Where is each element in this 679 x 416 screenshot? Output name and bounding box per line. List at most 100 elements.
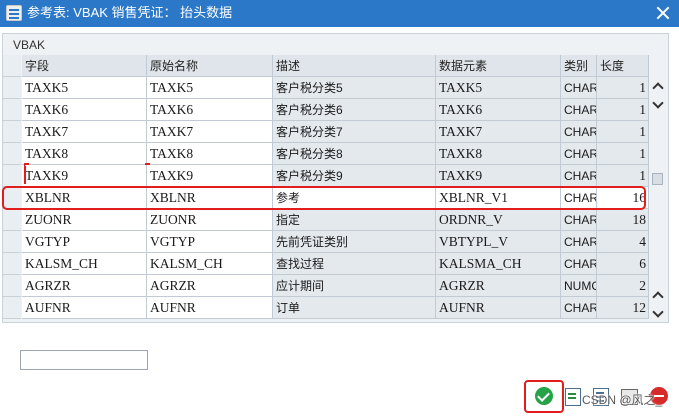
row-selector[interactable] [3, 297, 21, 319]
cell-type[interactable]: CHAR [561, 121, 597, 143]
table-icon [6, 5, 22, 21]
cell-data-element[interactable]: KALSMA_CH [436, 253, 561, 275]
cell-description[interactable]: 客户税分类9 [273, 165, 436, 187]
cell-original-name[interactable]: ZUONR [147, 209, 273, 231]
cell-length[interactable]: 6 [597, 253, 649, 275]
cell-length[interactable]: 4 [597, 231, 649, 253]
cell-data-element[interactable]: TAXK5 [436, 77, 561, 99]
row-selector[interactable] [3, 209, 21, 231]
cell-description[interactable]: 订单 [273, 297, 436, 319]
row-selector[interactable] [3, 77, 21, 99]
cell-type[interactable]: CHAR [561, 209, 597, 231]
search-input[interactable] [20, 350, 148, 370]
cell-data-element[interactable]: TAXK6 [436, 99, 561, 121]
cell-type[interactable]: CHAR [561, 77, 597, 99]
cell-length[interactable]: 12 [597, 297, 649, 319]
table-row[interactable]: TAXK6 TAXK6 客户税分类6 TAXK6 CHAR 1 [22, 99, 649, 121]
cell-data-element[interactable]: ORDNR_V [436, 209, 561, 231]
cell-description[interactable]: 客户税分类7 [273, 121, 436, 143]
cell-type[interactable]: CHAR [561, 253, 597, 275]
cell-length[interactable]: 18 [597, 209, 649, 231]
cell-length[interactable]: 1 [597, 165, 649, 187]
row-highlight-annotation [2, 186, 646, 210]
cell-length[interactable]: 2 [597, 275, 649, 297]
cell-data-element[interactable]: VBTYPL_V [436, 231, 561, 253]
table-row[interactable]: AGRZR AGRZR 应计期间 AGRZR NUMC 2 [22, 275, 649, 297]
cell-field[interactable]: AUFNR [22, 297, 147, 319]
cell-data-element[interactable]: TAXK9 [436, 165, 561, 187]
cell-original-name[interactable]: VGTYP [147, 231, 273, 253]
cell-original-name[interactable]: AUFNR [147, 297, 273, 319]
cell-field[interactable]: TAXK8 [22, 143, 147, 165]
table-row[interactable]: TAXK8 TAXK8 客户税分类8 TAXK8 CHAR 1 [22, 143, 649, 165]
close-icon[interactable] [653, 3, 673, 23]
scroll-down-icon[interactable] [653, 99, 663, 109]
row-selector[interactable] [3, 165, 21, 187]
cell-type[interactable]: CHAR [561, 165, 597, 187]
cell-description[interactable]: 先前凭证类别 [273, 231, 436, 253]
watermark: CSDN @风之_ [582, 393, 663, 407]
cell-data-element[interactable]: AGRZR [436, 275, 561, 297]
cell-data-element[interactable]: TAXK8 [436, 143, 561, 165]
table-row[interactable]: TAXK7 TAXK7 客户税分类7 TAXK7 CHAR 1 [22, 121, 649, 143]
row-selector[interactable] [3, 253, 21, 275]
cell-field[interactable]: ZUONR [22, 209, 147, 231]
cell-description[interactable]: 客户税分类6 [273, 99, 436, 121]
cell-original-name[interactable]: TAXK6 [147, 99, 273, 121]
table-row[interactable]: AUFNR AUFNR 订单 AUFNR CHAR 12 [22, 297, 649, 319]
cell-length[interactable]: 1 [597, 143, 649, 165]
row-selector[interactable] [3, 143, 21, 165]
vertical-scrollbar[interactable] [650, 55, 666, 320]
table-row[interactable]: ZUONR ZUONR 指定 ORDNR_V CHAR 18 [22, 209, 649, 231]
cell-field[interactable]: VGTYP [22, 231, 147, 253]
cell-type[interactable]: CHAR [561, 143, 597, 165]
scroll-up-icon[interactable] [653, 290, 663, 300]
header-description[interactable]: 描述 [273, 55, 436, 77]
table-row[interactable]: KALSM_CH KALSM_CH 查找过程 KALSMA_CH CHAR 6 [22, 253, 649, 275]
window-title: 参考表: VBAK 销售凭证： 抬头数据 [27, 5, 233, 20]
cell-description[interactable]: 客户税分类8 [273, 143, 436, 165]
cell-description[interactable]: 应计期间 [273, 275, 436, 297]
cell-original-name[interactable]: AGRZR [147, 275, 273, 297]
check-icon[interactable] [533, 385, 555, 407]
cell-field[interactable]: TAXK7 [22, 121, 147, 143]
cell-data-element[interactable]: AUFNR [436, 297, 561, 319]
panel-title: VBAK [13, 38, 46, 52]
cell-field[interactable]: AGRZR [22, 275, 147, 297]
cell-description[interactable]: 客户税分类5 [273, 77, 436, 99]
cell-description[interactable]: 查找过程 [273, 253, 436, 275]
cell-original-name[interactable]: TAXK5 [147, 77, 273, 99]
cell-length[interactable]: 1 [597, 99, 649, 121]
header-length[interactable]: 长度 [597, 55, 649, 77]
scroll-thumb[interactable] [652, 173, 663, 185]
table-row[interactable]: TAXK5 TAXK5 客户税分类5 TAXK5 CHAR 1 [22, 77, 649, 99]
cell-original-name[interactable]: TAXK9 [147, 165, 273, 187]
cell-original-name[interactable]: KALSM_CH [147, 253, 273, 275]
row-selector[interactable] [3, 55, 21, 77]
row-selector[interactable] [3, 231, 21, 253]
cell-field[interactable]: TAXK6 [22, 99, 147, 121]
header-original-name[interactable]: 原始名称 [147, 55, 273, 77]
scroll-up-icon[interactable] [653, 81, 663, 91]
header-type[interactable]: 类别 [561, 55, 597, 77]
cell-original-name[interactable]: TAXK7 [147, 121, 273, 143]
header-data-element[interactable]: 数据元素 [436, 55, 561, 77]
cell-length[interactable]: 1 [597, 121, 649, 143]
cell-original-name[interactable]: TAXK8 [147, 143, 273, 165]
copy-icon[interactable] [562, 385, 584, 407]
cell-type[interactable]: CHAR [561, 99, 597, 121]
row-selector[interactable] [3, 99, 21, 121]
cell-description[interactable]: 指定 [273, 209, 436, 231]
cell-data-element[interactable]: TAXK7 [436, 121, 561, 143]
cell-field[interactable]: KALSM_CH [22, 253, 147, 275]
scroll-down-icon[interactable] [653, 308, 663, 318]
row-selector[interactable] [3, 121, 21, 143]
table-row[interactable]: VGTYP VGTYP 先前凭证类别 VBTYPL_V CHAR 4 [22, 231, 649, 253]
cell-type[interactable]: CHAR [561, 297, 597, 319]
cell-length[interactable]: 1 [597, 77, 649, 99]
header-field[interactable]: 字段 [22, 55, 147, 77]
row-selector[interactable] [3, 275, 21, 297]
cell-field[interactable]: TAXK5 [22, 77, 147, 99]
cell-type[interactable]: NUMC [561, 275, 597, 297]
cell-type[interactable]: CHAR [561, 231, 597, 253]
